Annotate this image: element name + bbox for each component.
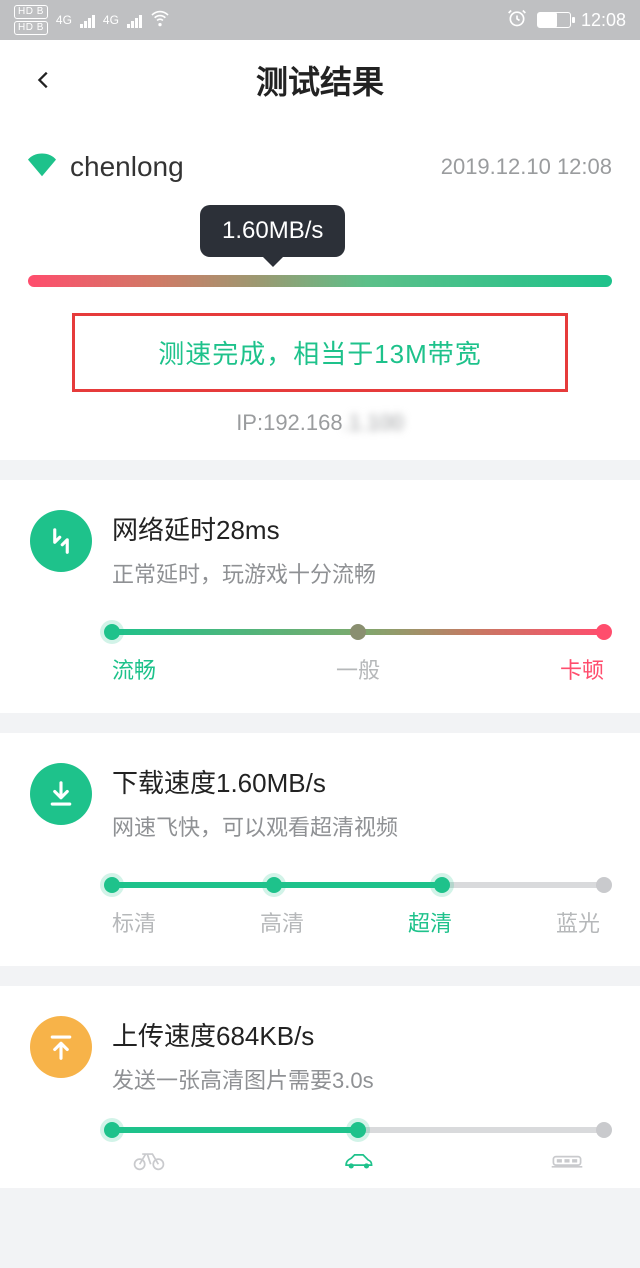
download-dot-uhd [434, 877, 450, 893]
result-highlight-box: 测速完成，相当于13M带宽 [72, 313, 568, 392]
status-clock: 12:08 [581, 10, 626, 31]
speed-gradient-bar [28, 275, 612, 287]
ip-prefix: IP:192.168 [236, 410, 342, 435]
wifi-icon [28, 150, 56, 183]
upload-dot-3 [596, 1122, 612, 1138]
download-title: 下载速度1.60MB/s [112, 763, 398, 800]
latency-icon [30, 510, 92, 572]
upload-track [112, 1127, 604, 1133]
network-type: 4G [103, 13, 119, 27]
latency-label-smooth: 流畅 [112, 653, 276, 685]
upload-progress [112, 1127, 358, 1133]
wifi-ssid: chenlong [70, 151, 184, 183]
chevron-left-icon [33, 69, 55, 91]
signal-icon [80, 12, 95, 28]
upload-speed-icons [112, 1147, 604, 1178]
latency-label-normal: 一般 [276, 653, 440, 685]
download-track [112, 882, 604, 888]
download-icon [30, 763, 92, 825]
download-label-uhd: 超清 [408, 906, 452, 938]
latency-dot-normal [350, 624, 366, 640]
status-left: HD B HD B 4G 4G [14, 5, 170, 35]
wifi-status-icon [150, 8, 170, 33]
download-label-sd: 标清 [112, 906, 156, 938]
alarm-icon [507, 8, 527, 33]
train-icon [550, 1147, 584, 1178]
latency-dot-smooth [104, 624, 120, 640]
bandwidth-result: 测速完成，相当于13M带宽 [83, 334, 557, 371]
page-title: 测试结果 [256, 57, 384, 103]
download-label-bluray: 蓝光 [556, 906, 600, 938]
speed-gauge: 1.60MB/s [28, 275, 612, 287]
test-timestamp: 2019.12.10 12:08 [441, 154, 612, 180]
status-right: 12:08 [507, 8, 626, 33]
upload-dot-1 [104, 1122, 120, 1138]
latency-track [112, 629, 604, 635]
bicycle-icon [132, 1147, 166, 1178]
download-dot-hd [266, 877, 282, 893]
download-labels: 标清 高清 超清 蓝光 [112, 906, 604, 938]
download-dot-sd [104, 877, 120, 893]
download-label-hd: 高清 [260, 906, 304, 938]
car-icon [341, 1147, 375, 1178]
upload-icon [30, 1016, 92, 1078]
signal-icon [127, 12, 142, 28]
download-dot-bluray [596, 877, 612, 893]
upload-dot-2 [350, 1122, 366, 1138]
hd-badge-icon: HD B [14, 21, 48, 35]
ip-hidden: .1.100 [343, 410, 404, 436]
battery-icon [537, 12, 571, 28]
latency-subtitle: 正常延时，玩游戏十分流畅 [112, 557, 376, 589]
latency-card: 网络延时28ms 正常延时，玩游戏十分流畅 流畅 一般 卡顿 [0, 480, 640, 713]
latency-label-laggy: 卡顿 [440, 653, 604, 685]
latency-dot-laggy [596, 624, 612, 640]
title-bar: 测试结果 [0, 40, 640, 120]
wifi-info-row: chenlong 2019.12.10 12:08 [28, 150, 612, 183]
download-subtitle: 网速飞快，可以观看超清视频 [112, 810, 398, 842]
upload-subtitle: 发送一张高清图片需要3.0s [112, 1063, 374, 1095]
download-card: 下载速度1.60MB/s 网速飞快，可以观看超清视频 标清 高清 超清 蓝光 [0, 733, 640, 966]
latency-labels: 流畅 一般 卡顿 [112, 653, 604, 685]
ip-address: IP:192.168.1.100 [28, 410, 612, 436]
network-type: 4G [56, 13, 72, 27]
back-button[interactable] [24, 60, 64, 100]
speed-tooltip: 1.60MB/s [200, 205, 345, 257]
speed-summary-section: chenlong 2019.12.10 12:08 1.60MB/s 测速完成，… [0, 120, 640, 460]
status-bar: HD B HD B 4G 4G 12:08 [0, 0, 640, 40]
latency-title: 网络延时28ms [112, 510, 376, 547]
upload-title: 上传速度684KB/s [112, 1016, 374, 1053]
hd-badge-icon: HD B [14, 5, 48, 19]
upload-card: 上传速度684KB/s 发送一张高清图片需要3.0s [0, 986, 640, 1188]
